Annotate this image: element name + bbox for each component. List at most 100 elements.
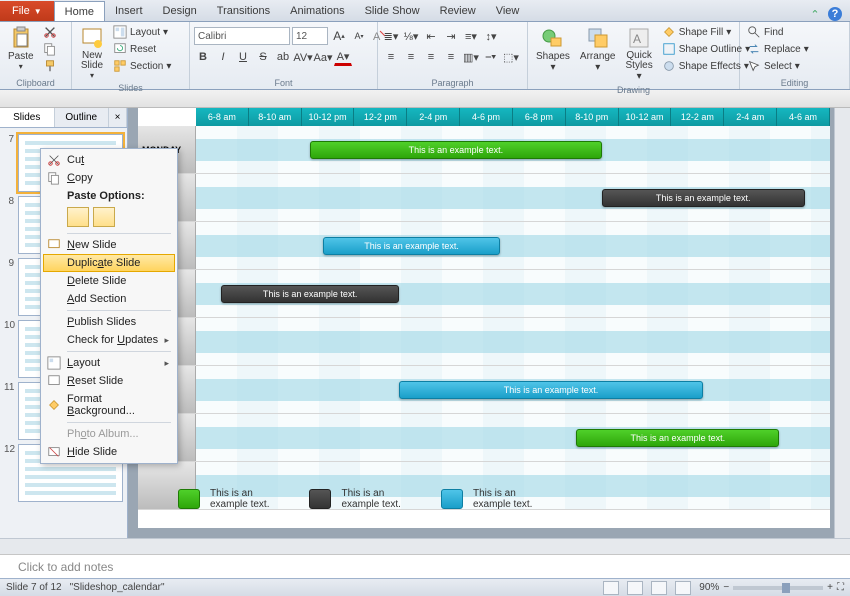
group-paragraph: ≣▾ ⅛▾ ⇤ ⇥ ≡▾ ↕▾ ≡ ≡ ≡ ≡ ▥▾ ⎯▾ ⬚▾ Paragra…	[378, 22, 528, 89]
text-direction-button[interactable]: ↕▾	[482, 27, 500, 45]
file-tab[interactable]: File▼	[0, 1, 54, 21]
italic-button[interactable]: I	[214, 48, 232, 66]
schedule-bar[interactable]: This is an example text.	[221, 285, 399, 303]
copy-button[interactable]	[40, 41, 60, 57]
ctx-duplicate-slide[interactable]: Duplicate Slide	[43, 254, 175, 272]
columns-button[interactable]: ▥▾	[462, 48, 480, 66]
arrange-button[interactable]: Arrange▾	[576, 24, 620, 75]
group-slides: New Slide▾ Layout ▾ Reset Section ▾ Slid…	[72, 22, 190, 89]
font-name-select[interactable]	[194, 27, 290, 45]
ctx-reset-slide[interactable]: Reset Slide	[43, 372, 175, 390]
section-icon	[113, 59, 127, 73]
ctx-check-updates[interactable]: Check for Updates	[43, 331, 175, 349]
tab-animations[interactable]: Animations	[280, 1, 354, 21]
time-header-cell: 6-8 am	[196, 108, 249, 126]
numbering-button[interactable]: ⅛▾	[402, 27, 420, 45]
tab-transitions[interactable]: Transitions	[207, 1, 280, 21]
ctx-copy[interactable]: Copy	[43, 169, 175, 187]
underline-button[interactable]: U	[234, 48, 252, 66]
tab-outline[interactable]: Outline	[55, 108, 110, 127]
strike-button[interactable]: S	[254, 48, 272, 66]
schedule-bar[interactable]: This is an example text.	[602, 189, 805, 207]
ctx-publish-slides[interactable]: Publish Slides	[43, 313, 175, 331]
sorter-view-button[interactable]	[627, 581, 643, 595]
shrink-font-button[interactable]: A▾	[350, 27, 368, 45]
minimize-ribbon-icon[interactable]: ⌃	[808, 7, 822, 21]
zoom-in-button[interactable]: +	[827, 582, 833, 593]
select-button[interactable]: Select ▾	[744, 58, 812, 74]
shadow-button[interactable]: ab	[274, 48, 292, 66]
reset-button[interactable]: Reset	[110, 41, 174, 57]
line-spacing-button[interactable]: ≡▾	[462, 27, 480, 45]
shape-fill-button[interactable]: Shape Fill ▾	[659, 24, 753, 40]
align-text-button[interactable]: ⎯▾	[482, 48, 500, 66]
ctx-layout[interactable]: Layout	[43, 354, 175, 372]
group-editing: Find Replace ▾ Select ▾ Editing	[740, 22, 850, 89]
ctx-paste-picture[interactable]	[93, 207, 115, 227]
tab-slides[interactable]: Slides	[0, 108, 55, 127]
group-label-editing: Editing	[744, 77, 845, 89]
schedule-bar[interactable]: This is an example text.	[310, 141, 602, 159]
shape-outline-button[interactable]: Shape Outline ▾	[659, 41, 753, 57]
day-cells: This is an example text.	[196, 414, 830, 461]
shape-effects-button[interactable]: Shape Effects ▾	[659, 58, 753, 74]
notes-pane[interactable]: Click to add notes	[0, 554, 850, 578]
day-cells: This is an example text.	[196, 126, 830, 173]
ctx-cut[interactable]: Cut	[43, 151, 175, 169]
slideshow-view-button[interactable]	[675, 581, 691, 595]
shapes-button[interactable]: Shapes▾	[532, 24, 574, 75]
group-label-font: Font	[194, 77, 373, 89]
tab-slide-show[interactable]: Slide Show	[355, 1, 430, 21]
day-row: This is an example text.	[138, 270, 830, 318]
tab-review[interactable]: Review	[430, 1, 486, 21]
replace-button[interactable]: Replace ▾	[744, 41, 812, 57]
ctx-format-background[interactable]: Format Background...	[43, 390, 175, 420]
ctx-hide-slide[interactable]: Hide Slide	[43, 443, 175, 461]
layout-button[interactable]: Layout ▾	[110, 24, 174, 40]
fit-button[interactable]: ⛶	[837, 582, 844, 593]
paste-button[interactable]: Paste▾	[4, 24, 38, 73]
legend-swatch	[309, 489, 331, 509]
reading-view-button[interactable]	[651, 581, 667, 595]
justify-button[interactable]: ≡	[442, 48, 460, 66]
ctx-add-section[interactable]: Add Section	[43, 290, 175, 308]
find-button[interactable]: Find	[744, 24, 812, 40]
char-spacing-button[interactable]: AV▾	[294, 48, 312, 66]
tab-insert[interactable]: Insert	[105, 1, 153, 21]
ctx-new-slide[interactable]: New Slide	[43, 236, 175, 254]
ctx-paste-theme[interactable]	[67, 207, 89, 227]
zoom-slider[interactable]	[733, 586, 823, 590]
ctx-delete-slide[interactable]: Delete Slide	[43, 272, 175, 290]
quick-styles-button[interactable]: AQuick Styles▾	[622, 24, 657, 84]
tab-view[interactable]: View	[486, 1, 530, 21]
cut-button[interactable]	[40, 24, 60, 40]
smartart-button[interactable]: ⬚▾	[502, 48, 520, 66]
bullets-button[interactable]: ≣▾	[382, 27, 400, 45]
zoom-out-button[interactable]: −	[723, 582, 729, 593]
schedule-bar[interactable]: This is an example text.	[399, 381, 703, 399]
inc-indent-button[interactable]: ⇥	[442, 27, 460, 45]
horizontal-scrollbar[interactable]	[0, 538, 850, 554]
vertical-scrollbar[interactable]	[834, 108, 850, 538]
section-button[interactable]: Section ▾	[110, 58, 174, 74]
help-icon[interactable]: ?	[828, 7, 842, 21]
bold-button[interactable]: B	[194, 48, 212, 66]
tab-home[interactable]: Home	[54, 1, 105, 21]
align-left-button[interactable]: ≡	[382, 48, 400, 66]
tab-design[interactable]: Design	[153, 1, 207, 21]
close-panel-button[interactable]: ×	[109, 108, 127, 127]
align-right-button[interactable]: ≡	[422, 48, 440, 66]
slide[interactable]: 6-8 am8-10 am10-12 pm12-2 pm2-4 pm4-6 pm…	[138, 108, 830, 528]
new-slide-button[interactable]: New Slide▾	[76, 24, 108, 82]
align-center-button[interactable]: ≡	[402, 48, 420, 66]
format-painter-button[interactable]	[40, 58, 60, 74]
group-font: A▴ A▾ A B I U S ab AV▾ Aa▾ A▾ Font	[190, 22, 378, 89]
normal-view-button[interactable]	[603, 581, 619, 595]
dec-indent-button[interactable]: ⇤	[422, 27, 440, 45]
font-size-select[interactable]	[292, 27, 328, 45]
schedule-bar[interactable]: This is an example text.	[576, 429, 779, 447]
change-case-button[interactable]: Aa▾	[314, 48, 332, 66]
font-color-button[interactable]: A▾	[334, 48, 352, 66]
schedule-bar[interactable]: This is an example text.	[323, 237, 501, 255]
grow-font-button[interactable]: A▴	[330, 27, 348, 45]
